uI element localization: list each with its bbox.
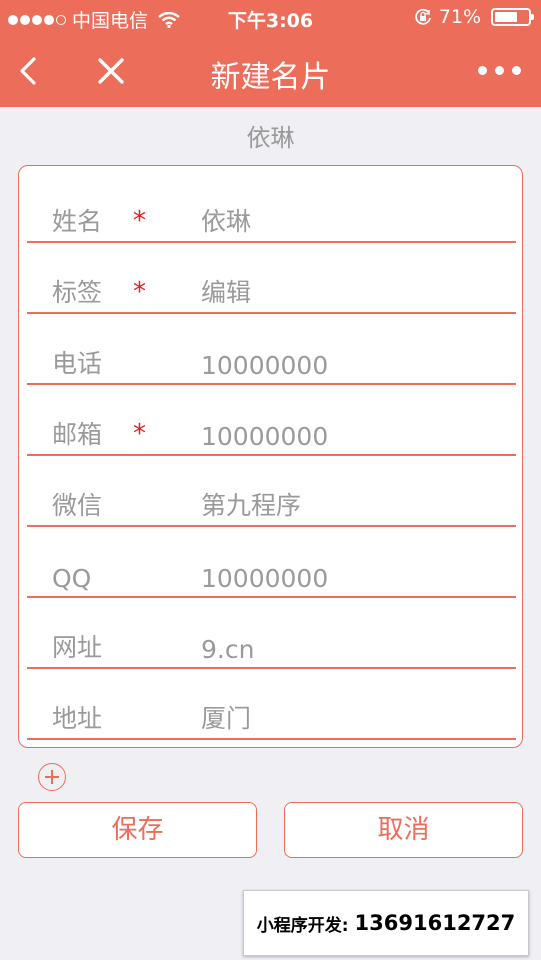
orientation-lock-icon [415, 8, 431, 25]
wechat-input[interactable]: 第九程序 [201, 486, 301, 522]
page-title: 新建名片 [210, 60, 331, 95]
form-row-email[interactable]: 邮箱 * 10000000 [27, 385, 516, 456]
field-label: 电话 [52, 349, 103, 378]
promo-prefix: 小程序开发: [256, 915, 349, 936]
phone-input[interactable]: 10000000 [201, 351, 328, 380]
tag-input[interactable]: 编辑 [201, 273, 251, 309]
more-icon[interactable] [478, 66, 521, 75]
field-label: 姓名 [52, 207, 103, 236]
form-row-website[interactable]: 网址 9.cn [27, 598, 516, 669]
email-input[interactable]: 10000000 [201, 422, 328, 451]
promo-banner: 小程序开发: 13691612727 [243, 890, 529, 956]
field-label: 邮箱 [52, 420, 103, 449]
form-row-wechat[interactable]: 微信 第九程序 [27, 456, 516, 527]
field-label: 标签 [52, 278, 103, 307]
form-row-phone[interactable]: 电话 10000000 [27, 314, 516, 385]
form-row-address[interactable]: 地址 厦门 [27, 669, 516, 740]
contact-form-card: 姓名 * 依琳 标签 * 编辑 电话 10000000 邮箱 * 1000000… [18, 165, 523, 748]
qq-input[interactable]: 10000000 [201, 564, 328, 593]
form-row-tag[interactable]: 标签 * 编辑 [27, 243, 516, 314]
website-input[interactable]: 9.cn [201, 635, 254, 664]
name-input[interactable]: 依琳 [201, 202, 251, 238]
field-label: QQ [52, 564, 92, 593]
status-bar: 中国电信 下午3:06 71% [0, 0, 541, 36]
card-name-heading: 依琳 [246, 124, 295, 152]
cancel-button[interactable]: 取消 [284, 802, 523, 858]
field-label: 网址 [52, 633, 103, 662]
field-label: 微信 [52, 491, 103, 520]
address-input[interactable]: 厦门 [201, 699, 251, 735]
field-label: 地址 [52, 704, 103, 733]
save-button[interactable]: 保存 [18, 802, 257, 858]
form-row-qq[interactable]: QQ 10000000 [27, 527, 516, 598]
required-star: * [133, 206, 146, 236]
battery-percent: 71% [438, 6, 481, 28]
promo-phone: 13691612727 [354, 911, 516, 935]
required-star: * [133, 277, 146, 307]
nav-bar: 新建名片 [0, 36, 541, 107]
form-row-name[interactable]: 姓名 * 依琳 [27, 172, 516, 243]
plus-circle-icon[interactable] [38, 763, 66, 791]
required-star: * [133, 419, 146, 449]
battery-icon [491, 8, 534, 26]
